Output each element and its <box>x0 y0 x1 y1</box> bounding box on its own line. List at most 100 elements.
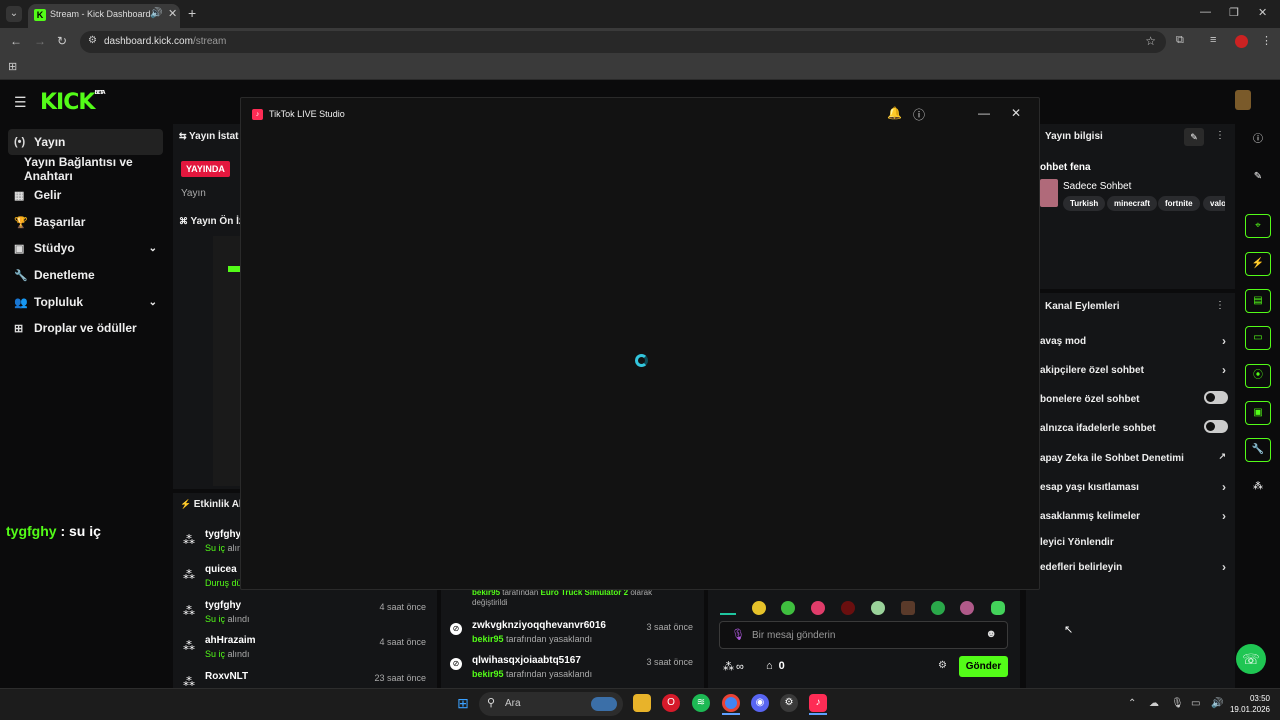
channel-action-host[interactable]: leyici Yönlendir <box>1040 537 1230 548</box>
onedrive-icon[interactable]: ☁ <box>1149 698 1159 709</box>
media-controls-icon[interactable]: ≡ <box>1210 34 1216 46</box>
document-icon[interactable]: ▤ <box>1245 289 1271 313</box>
chat-icon[interactable]: ▭ <box>1245 326 1271 350</box>
focus-icon[interactable]: ⌖ <box>1245 214 1271 238</box>
subscribers-only-toggle[interactable] <box>1204 391 1228 404</box>
help-icon[interactable]: ⓘ <box>913 106 925 123</box>
chat-message-input[interactable]: 🎙 Bir mesaj gönderin ☻ <box>719 621 1008 649</box>
back-icon[interactable]: ← <box>10 34 22 48</box>
windows-start-icon[interactable]: ⊞ <box>454 694 472 712</box>
spotify-icon[interactable]: ≋ <box>692 694 710 712</box>
banned-user[interactable]: zwkvgknziyoqqhevanvr6016 <box>472 620 606 631</box>
more-options-icon[interactable]: ⋮ <box>1215 130 1225 141</box>
sidebar-item-denetleme[interactable]: 🔧 Denetleme <box>8 262 163 288</box>
hamburger-menu-icon[interactable]: ☰ <box>14 94 27 111</box>
emote-icon[interactable] <box>931 601 945 615</box>
category-name[interactable]: Sadece Sohbet <box>1063 181 1131 192</box>
discord-icon[interactable]: ◉ <box>751 694 769 712</box>
banned-user[interactable]: qlwihasqxjoiaabtq5167 <box>472 655 581 666</box>
send-button[interactable]: Gönder <box>959 656 1008 677</box>
sidebar-item-droplar[interactable]: ⊞ Droplar ve ödüller <box>8 315 163 341</box>
minimize-icon[interactable]: — <box>1200 6 1211 18</box>
sidebar-item-basarilar[interactable]: 🏆 Başarılar <box>8 209 163 235</box>
window-close-icon[interactable]: ✕ <box>1258 6 1267 19</box>
microphone-icon[interactable]: 🎙 <box>731 628 745 641</box>
activity-user[interactable]: tygfghy <box>205 529 241 540</box>
channel-action-followers-only[interactable]: akipçilere özel sohbet › <box>1040 363 1230 377</box>
activity-user[interactable]: tygfghy <box>205 600 241 611</box>
reward-name: Su iç <box>205 614 226 624</box>
taskbar-clock[interactable]: 03:50 19.01.2026 <box>1226 693 1270 715</box>
maximize-icon[interactable]: ❐ <box>1229 6 1239 19</box>
tab-search-button[interactable]: ⌄ <box>6 6 22 22</box>
tray-overflow-icon[interactable]: ⌃ <box>1128 698 1136 709</box>
steam-icon[interactable]: ⚙ <box>780 694 798 712</box>
pencil-icon[interactable]: ✎ <box>1245 166 1271 190</box>
channel-action-goals[interactable]: edefleri belirleyin › <box>1040 560 1230 574</box>
browser-tab[interactable]: K Stream - Kick Dashboard 🔊 ✕ <box>28 4 180 28</box>
address-bar[interactable]: ⚙ dashboard.kick.com/stream ☆ <box>80 31 1166 53</box>
taskbar-search[interactable]: ⚲ Ara <box>479 692 623 716</box>
emote-icon[interactable] <box>811 601 825 615</box>
chrome-icon[interactable] <box>722 694 740 712</box>
opera-icon[interactable]: O <box>662 694 680 712</box>
kicks-icon[interactable]: ⁂ <box>1245 476 1271 500</box>
channel-action-slow-mode[interactable]: avaş mod › <box>1040 334 1230 348</box>
emotes-only-toggle[interactable] <box>1204 420 1228 433</box>
browser-menu-icon[interactable]: ⋮ <box>1261 34 1272 47</box>
tiktok-studio-taskbar-icon[interactable]: ♪ <box>809 694 827 712</box>
extensions-icon[interactable]: ⧉ <box>1176 34 1184 47</box>
wrench-icon[interactable]: 🔧 <box>1245 438 1271 462</box>
emote-icon[interactable] <box>781 601 795 615</box>
profile-avatar[interactable] <box>1235 35 1248 48</box>
bookmark-star-icon[interactable]: ☆ <box>1145 34 1156 48</box>
new-tab-button[interactable]: + <box>188 5 196 21</box>
speaker-icon[interactable]: 🔊 <box>150 8 162 19</box>
forward-icon[interactable]: → <box>34 34 46 48</box>
volume-icon[interactable]: 🔊 <box>1211 698 1223 709</box>
more-options-icon[interactable]: ⋮ <box>1215 300 1225 311</box>
user-avatar[interactable] <box>1235 90 1251 110</box>
channel-action-banned-words[interactable]: asaklanmış kelimeler › <box>1040 509 1230 523</box>
apps-grid-icon[interactable]: ⊞ <box>8 60 17 73</box>
sidebar-item-stream-key[interactable]: Yayın Bağlantısı ve Anahtarı <box>8 155 168 183</box>
sidebar-item-studyo[interactable]: ▣ Stüdyo ⌄ <box>8 235 163 261</box>
lightning-icon[interactable]: ⚡ <box>1245 252 1271 276</box>
site-info-icon[interactable]: ⚙ <box>88 35 97 46</box>
emote-icon[interactable] <box>991 601 1005 615</box>
store-balance[interactable]: ⌂ 0 <box>766 660 785 672</box>
broadcast-icon[interactable]: ⦿ <box>1245 364 1271 388</box>
activity-user[interactable]: quicea <box>205 564 237 575</box>
channel-action-account-age[interactable]: esap yaşı kısıtlaması › <box>1040 480 1230 494</box>
layout-icon[interactable]: ▣ <box>1245 401 1271 425</box>
activity-user[interactable]: ahHrazaim <box>205 635 256 646</box>
emote-icon[interactable] <box>871 601 885 615</box>
kick-logo[interactable]: KICKBETA <box>40 90 106 115</box>
emoji-icon[interactable]: ☻ <box>985 628 997 640</box>
chat-settings-gear-icon[interactable]: ⚙ <box>938 660 947 671</box>
info-icon[interactable]: ⓘ <box>1245 129 1271 153</box>
kicks-balance[interactable]: ⁂ ∞ <box>723 660 744 673</box>
display-icon[interactable]: ▭ <box>1191 698 1200 709</box>
sidebar-item-gelir[interactable]: ▦ Gelir <box>8 182 163 208</box>
minimize-icon[interactable]: — <box>978 106 990 120</box>
channel-action-ai-moderation[interactable]: apay Zeka ile Sohbet Denetimi ↗ <box>1040 451 1230 464</box>
sidebar-item-yayin[interactable]: (•) Yayın <box>8 129 163 155</box>
sidebar-item-topluluk[interactable]: 👥 Topluluk ⌄ <box>8 289 163 315</box>
emote-icon[interactable] <box>901 601 915 615</box>
reload-icon[interactable]: ↻ <box>57 34 67 48</box>
clock-date: 19.01.2026 <box>1229 705 1270 714</box>
emote-icon[interactable] <box>752 601 766 615</box>
file-explorer-icon[interactable] <box>633 694 651 712</box>
channel-action-subscribers-only: bonelere özel sohbet <box>1040 391 1230 405</box>
activity-user[interactable]: RoxvNLT <box>205 671 248 682</box>
support-chat-icon[interactable]: ☏ <box>1236 644 1266 674</box>
tab-close-icon[interactable]: ✕ <box>168 7 177 20</box>
emote-icon[interactable] <box>841 601 855 615</box>
bell-icon[interactable]: 🔔 <box>887 106 902 120</box>
search-placeholder: Ara <box>505 698 521 709</box>
emote-icon[interactable] <box>960 601 974 615</box>
mic-icon[interactable]: 🎙 <box>1171 698 1184 709</box>
close-icon[interactable]: ✕ <box>1011 106 1021 120</box>
edit-pencil-icon[interactable]: ✎ <box>1184 128 1204 146</box>
